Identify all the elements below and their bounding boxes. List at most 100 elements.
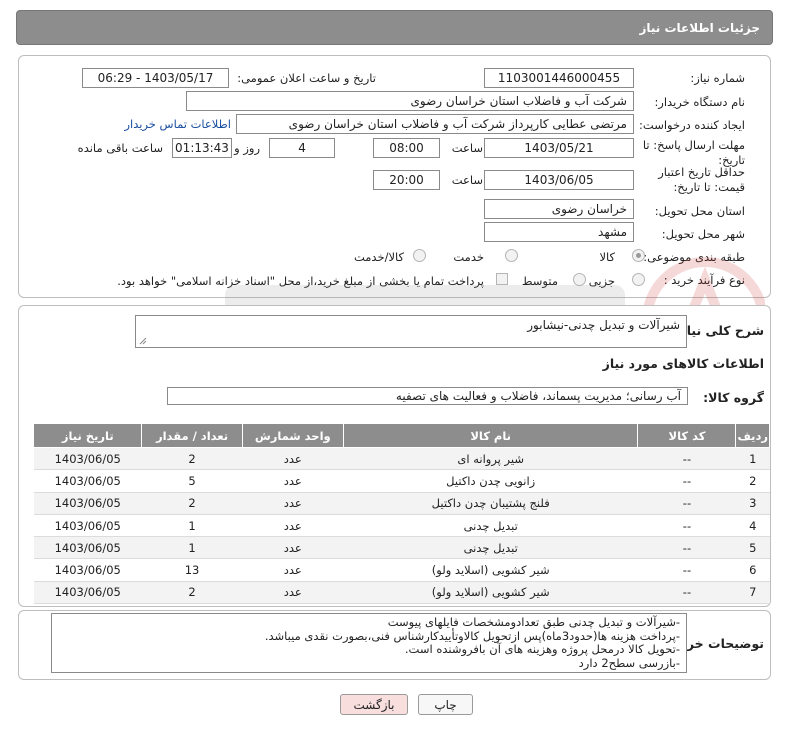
cell-code: -- xyxy=(637,558,736,582)
summary-text: شیرآلات و تبدیل چدنی-نیشابور xyxy=(527,318,680,332)
process-option-minor: جزیی xyxy=(588,274,615,288)
cell-row-number: 6 xyxy=(735,558,770,582)
table-row: 5 -- تبدیل چدنی عدد 1 1403/06/05 xyxy=(33,536,770,560)
category-label: طبقه بندی موضوعی: xyxy=(643,250,745,264)
remaining-time-field: 01:13:43 xyxy=(172,138,232,158)
cell-unit: عدد xyxy=(242,536,344,560)
buyer-notes-textarea[interactable]: -شیرآلات و تبدیل چدنی طبق تعدادومشخصات ف… xyxy=(51,613,687,673)
cell-quantity: 2 xyxy=(141,447,243,471)
buyer-note-line: -تحویل کالا درمحل پروژه وهزینه های آن با… xyxy=(404,642,680,656)
table-row: 1 -- شیر پروانه ای عدد 2 1403/06/05 xyxy=(33,447,770,471)
need-number-field: 1103001446000455 xyxy=(484,68,634,88)
cell-code: -- xyxy=(637,536,736,560)
cell-name: زانویی چدن داکتیل xyxy=(343,469,638,493)
cell-date: 1403/06/05 xyxy=(33,514,142,538)
cell-row-number: 4 xyxy=(735,514,770,538)
category-option-service: خدمت xyxy=(453,250,484,264)
resize-handle-icon[interactable] xyxy=(139,337,147,345)
remaining-label: ساعت باقی مانده xyxy=(77,141,163,155)
cell-quantity: 2 xyxy=(141,581,243,605)
requester-field: مرتضی عطایی کارپرداز شرکت آب و فاضلاب اس… xyxy=(236,114,634,134)
cell-date: 1403/06/05 xyxy=(33,581,142,605)
buyer-org-label: نام دستگاه خریدار: xyxy=(654,95,745,109)
process-radio-medium[interactable] xyxy=(573,273,586,286)
buyer-note-line: -شیرآلات و تبدیل چدنی طبق تعدادومشخصات ف… xyxy=(387,615,680,629)
need-number-label: شماره نیاز: xyxy=(690,71,745,85)
announce-label: تاریخ و ساعت اعلان عمومی: xyxy=(237,71,376,85)
category-radio-goods-service[interactable] xyxy=(413,249,426,262)
table-row: 6 -- شیر کشویی (اسلاید ولو) عدد 13 1403/… xyxy=(33,558,770,582)
cell-date: 1403/06/05 xyxy=(33,469,142,493)
cell-unit: عدد xyxy=(242,514,344,538)
category-radio-service[interactable] xyxy=(505,249,518,262)
cell-code: -- xyxy=(637,447,736,471)
cell-code: -- xyxy=(637,514,736,538)
back-button[interactable]: بازگشت xyxy=(340,694,408,715)
category-option-goods: کالا xyxy=(599,250,615,264)
col-header-row-number: ردیف xyxy=(735,423,770,448)
cell-unit: عدد xyxy=(242,558,344,582)
validity-time-field: 20:00 xyxy=(373,170,440,190)
cell-date: 1403/06/05 xyxy=(33,558,142,582)
cell-quantity: 1 xyxy=(141,536,243,560)
print-button[interactable]: چاپ xyxy=(418,694,473,715)
cell-row-number: 5 xyxy=(735,536,770,560)
table-row: 7 -- شیر کشویی (اسلاید ولو) عدد 2 1403/0… xyxy=(33,581,770,605)
province-field: خراسان رضوی xyxy=(484,199,634,219)
cell-code: -- xyxy=(637,469,736,493)
days-label: روز و xyxy=(234,141,260,155)
page-title: جزئیات اطلاعات نیاز xyxy=(639,20,760,35)
days-field: 4 xyxy=(269,138,335,158)
cell-date: 1403/06/05 xyxy=(33,536,142,560)
process-radio-minor[interactable] xyxy=(632,273,645,286)
validity-date-field: 1403/06/05 xyxy=(484,170,634,190)
deadline-time-field: 08:00 xyxy=(373,138,440,158)
treasury-note: پرداخت تمام یا بخشی از مبلغ خرید،از محل … xyxy=(117,274,484,288)
cell-name: تبدیل چدنی xyxy=(343,514,638,538)
buyer-org-field: شرکت آب و فاضلاب استان خراسان رضوی xyxy=(186,91,634,111)
cell-unit: عدد xyxy=(242,469,344,493)
process-label: نوع فرآیند خرید : xyxy=(663,273,745,287)
table-row: 3 -- فلنج پشتیبان چدن داکتیل عدد 2 1403/… xyxy=(33,492,770,515)
category-option-goods-service: کالا/خدمت xyxy=(353,250,404,264)
goods-group-label: گروه کالا: xyxy=(703,390,764,405)
cell-row-number: 2 xyxy=(735,469,770,493)
cell-name: شیر کشویی (اسلاید ولو) xyxy=(343,558,638,582)
table-row: 4 -- تبدیل چدنی عدد 1 1403/06/05 xyxy=(33,514,770,538)
cell-row-number: 1 xyxy=(735,447,770,471)
cell-date: 1403/06/05 xyxy=(33,492,142,515)
summary-textarea[interactable]: شیرآلات و تبدیل چدنی-نیشابور xyxy=(135,315,687,348)
col-header-code: کد کالا xyxy=(637,423,737,448)
cell-name: تبدیل چدنی xyxy=(343,536,638,560)
deadline-time-label: ساعت xyxy=(451,141,483,155)
table-header-row: ردیف کد کالا نام کالا واحد شمارش تعداد /… xyxy=(32,423,770,448)
process-option-medium: متوسط xyxy=(521,274,558,288)
cell-row-number: 7 xyxy=(735,581,770,605)
cell-code: -- xyxy=(637,492,736,515)
cell-unit: عدد xyxy=(242,447,344,471)
category-radio-goods[interactable] xyxy=(632,249,645,262)
cell-name: فلنج پشتیبان چدن داکتیل xyxy=(343,492,638,515)
col-header-quantity: تعداد / مقدار xyxy=(141,423,243,448)
city-field: مشهد xyxy=(484,222,634,242)
cell-date: 1403/06/05 xyxy=(33,447,142,471)
cell-row-number: 3 xyxy=(735,492,770,515)
cell-quantity: 1 xyxy=(141,514,243,538)
contact-info-link[interactable]: اطلاعات تماس خریدار xyxy=(124,117,231,131)
deadline-label: مهلت ارسال پاسخ: تا تاریخ: xyxy=(642,138,745,167)
cell-code: -- xyxy=(637,581,736,605)
goods-group-field: آب رسانی؛ مدیریت پسماند، فاضلاب و فعالیت… xyxy=(167,387,688,405)
col-header-name: نام کالا xyxy=(342,423,639,448)
city-label: شهر محل تحویل: xyxy=(661,227,745,241)
goods-table: ردیف کد کالا نام کالا واحد شمارش تعداد /… xyxy=(32,423,770,605)
announce-datetime-field: 1403/05/17 - 06:29 xyxy=(82,68,229,88)
cell-unit: عدد xyxy=(242,492,344,515)
col-header-date: تاریخ نیاز xyxy=(32,423,143,448)
buyer-note-line: -بازرسی سطح2 دارد xyxy=(578,655,680,670)
col-header-unit: واحد شمارش xyxy=(241,423,344,448)
summary-label: شرح کلی نیاز: xyxy=(674,323,764,338)
table-row: 2 -- زانویی چدن داکتیل عدد 5 1403/06/05 xyxy=(33,469,770,493)
cell-name: شیر پروانه ای xyxy=(343,447,638,471)
treasury-checkbox[interactable] xyxy=(496,273,508,285)
cell-name: شیر کشویی (اسلاید ولو) xyxy=(343,581,638,605)
